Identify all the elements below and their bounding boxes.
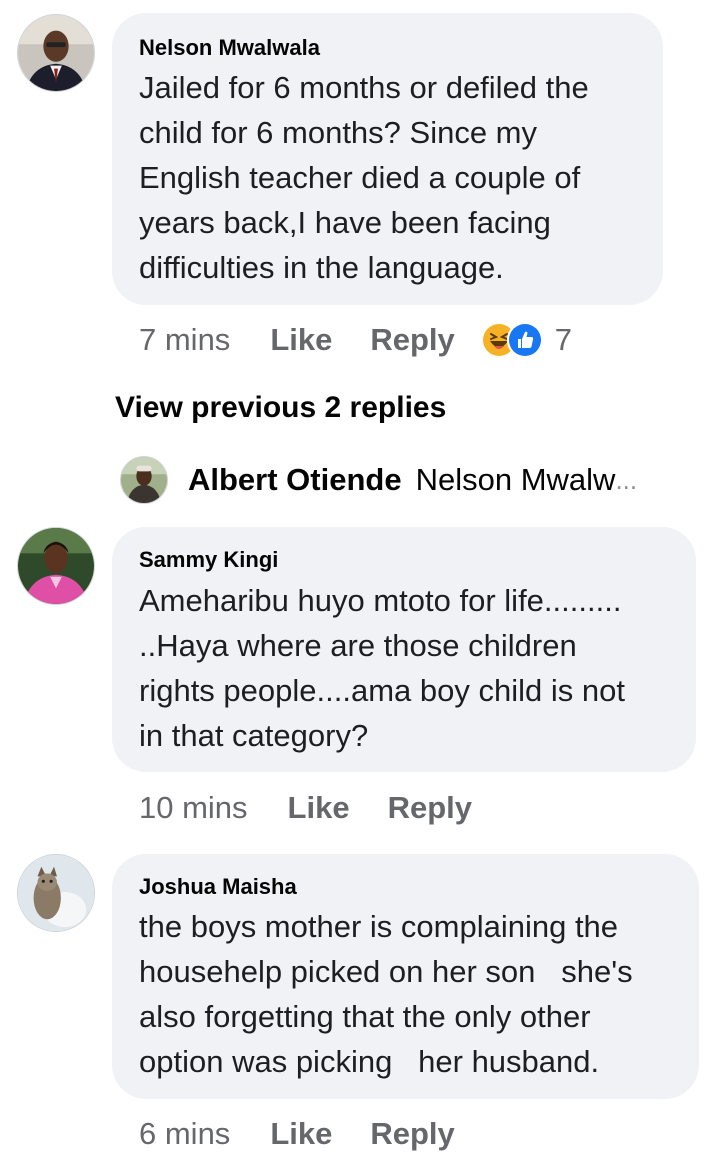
like-icon bbox=[506, 322, 543, 358]
comment-text-line: ..Haya where are those children bbox=[139, 628, 577, 663]
comment-text-line: in that category? bbox=[139, 718, 369, 753]
comment-text-line: difficulties in the language. bbox=[139, 250, 504, 285]
avatar[interactable] bbox=[17, 854, 95, 932]
comment-text-line: househelp picked on her son she's bbox=[139, 954, 633, 989]
comment-text-line: the boys mother is complaining the bbox=[139, 909, 619, 944]
comment-text-line: Jailed for 6 months or defiled the bbox=[139, 70, 589, 105]
comment-timestamp[interactable]: 6 mins bbox=[139, 1116, 230, 1152]
comment-text-line: option was picking her husband. bbox=[139, 1044, 600, 1079]
comment-text-line: Ameharibu huyo mtoto for life......... bbox=[139, 583, 622, 618]
reaction-count: 7 bbox=[554, 322, 573, 357]
comment-timestamp[interactable]: 7 mins bbox=[139, 322, 230, 358]
like-button[interactable]: Like bbox=[270, 322, 332, 358]
like-button[interactable]: Like bbox=[288, 790, 350, 826]
reply-snippet: Nelson Mwalw bbox=[415, 462, 616, 497]
view-previous-replies-link[interactable]: View previous 2 replies bbox=[115, 391, 446, 425]
comment-text-line: years back,I have been facing bbox=[139, 205, 551, 240]
avatar[interactable] bbox=[17, 527, 95, 605]
comment-text: Ameharibu huyo mtoto for life......... .… bbox=[139, 578, 625, 758]
reply-button[interactable]: Reply bbox=[370, 1116, 454, 1152]
comment-text: the boys mother is complaining the house… bbox=[139, 904, 633, 1084]
avatar bbox=[120, 456, 168, 504]
comment-text-line: also forgetting that the only other bbox=[139, 999, 591, 1034]
comment-text-line: rights people....ama boy child is not bbox=[139, 673, 625, 708]
like-button[interactable]: Like bbox=[270, 1116, 332, 1152]
comment-actions: 10 mins Like Reply bbox=[139, 788, 472, 828]
reply-preview[interactable]: Albert Otiende Nelson Mwalw... bbox=[120, 456, 637, 504]
comment-text-line: child for 6 months? Since my bbox=[139, 115, 538, 150]
reply-button[interactable]: Reply bbox=[370, 322, 454, 358]
comment-author[interactable]: Sammy Kingi bbox=[139, 547, 278, 573]
comment-text: Jailed for 6 months or defiled the child… bbox=[139, 65, 589, 290]
reply-author: Albert Otiende bbox=[188, 462, 402, 497]
reaction-summary[interactable]: 7 bbox=[480, 322, 573, 358]
comment-actions: 7 mins Like Reply 7 bbox=[139, 320, 572, 360]
avatar[interactable] bbox=[17, 14, 95, 92]
comment-author[interactable]: Joshua Maisha bbox=[139, 874, 297, 900]
comment-author[interactable]: Nelson Mwalwala bbox=[139, 35, 320, 61]
reply-button[interactable]: Reply bbox=[388, 790, 472, 826]
reply-snippet-ellipsis: ... bbox=[615, 464, 638, 495]
comment-actions: 6 mins Like Reply bbox=[139, 1114, 455, 1154]
comment-text-line: English teacher died a couple of bbox=[139, 160, 581, 195]
comment-timestamp[interactable]: 10 mins bbox=[139, 790, 248, 826]
